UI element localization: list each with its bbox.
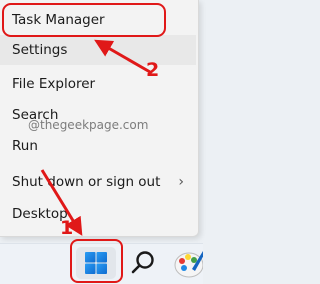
- menu-item-desktop[interactable]: Desktop: [0, 199, 196, 229]
- task-manager-highlight-box: [2, 3, 166, 37]
- menu-item-label: Run: [12, 138, 38, 154]
- start-button-highlight-box: [70, 239, 123, 283]
- menu-item-label: Shut down or sign out: [12, 174, 161, 190]
- menu-item-settings[interactable]: Settings: [0, 35, 196, 65]
- watermark-text: @thegeekpage.com: [28, 118, 149, 132]
- taskbar-search-button[interactable]: [128, 248, 158, 278]
- taskbar-paint-button[interactable]: [172, 247, 203, 279]
- menu-item-run[interactable]: Run: [0, 131, 196, 161]
- step-2-label: 2: [146, 59, 160, 81]
- menu-item-file-explorer[interactable]: File Explorer: [0, 69, 196, 99]
- menu-item-label: Settings: [12, 42, 68, 58]
- search-icon: [131, 251, 154, 274]
- menu-item-shut-down[interactable]: Shut down or sign out ›: [0, 167, 196, 197]
- paint-icon: [174, 251, 203, 278]
- step-1-label: 1: [60, 217, 74, 239]
- chevron-right-icon: ›: [178, 174, 184, 190]
- menu-item-label: File Explorer: [12, 76, 96, 92]
